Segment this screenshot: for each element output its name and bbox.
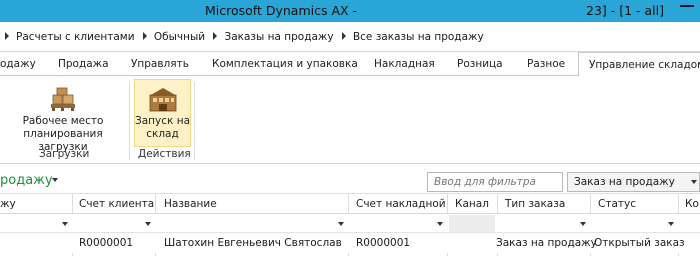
chevron-down-icon (437, 222, 443, 226)
minimize-icon[interactable] (680, 5, 694, 7)
column-filter-name[interactable] (157, 215, 346, 232)
release-to-warehouse-label-line1: Запуск на (135, 115, 190, 127)
filter-field-select[interactable]: Заказ на продажу (567, 172, 700, 192)
column-header-sales-order[interactable]: жу (0, 198, 16, 210)
warehouse-icon (148, 88, 177, 112)
tab-manage[interactable]: Управлять (131, 58, 189, 70)
ribbon-group-divider (129, 82, 130, 160)
ribbon-group-divider (194, 82, 195, 160)
ribbon-group-label-actions: Действия (138, 148, 191, 160)
chevron-down-icon (668, 222, 674, 226)
column-filter-order-type[interactable] (499, 215, 588, 232)
ribbon-tabs: одажу Продажа Управлять Комплектация и у… (0, 52, 700, 77)
cell-invoice-account: R0000001 (356, 237, 411, 249)
breadcrumb-separator-icon (213, 32, 218, 40)
column-header-extra[interactable]: Ко (685, 198, 699, 210)
column-header-invoice-account[interactable]: Счет накладной (356, 198, 446, 210)
chevron-down-icon (338, 222, 344, 226)
grid-title[interactable]: родажу (0, 173, 53, 188)
column-header-order-type[interactable]: Тип заказа (505, 198, 565, 210)
chevron-down-icon (145, 222, 151, 226)
column-filter-invoice-account[interactable] (350, 215, 445, 232)
breadcrumb-item[interactable]: Все заказы на продажу (353, 31, 484, 43)
tab-invoice[interactable]: Накладная (374, 58, 435, 70)
column-header-name[interactable]: Название (164, 198, 217, 210)
chevron-down-icon (62, 222, 68, 226)
breadcrumb-item[interactable]: Расчеты с клиентами (16, 31, 135, 43)
breadcrumb-separator-icon (341, 32, 346, 40)
column-filter-status[interactable] (592, 215, 676, 232)
tab-sell[interactable]: Продажа (58, 58, 109, 70)
release-to-warehouse-button[interactable]: Запуск на склад (134, 79, 191, 147)
column-filter-sales-order[interactable] (0, 215, 70, 232)
grid-filter-input[interactable] (427, 172, 563, 192)
ribbon-panel: Рабочее место планирования загрузки Загр… (0, 76, 700, 164)
chevron-down-icon (691, 180, 697, 184)
tab-retail[interactable]: Розница (457, 58, 503, 70)
column-filter-channel[interactable] (449, 215, 495, 232)
column-filter-customer-account[interactable] (74, 215, 153, 232)
load-planning-label-line1: Рабочее место (22, 115, 104, 127)
tab-general[interactable]: Разное (527, 58, 565, 70)
breadcrumb-item[interactable]: Заказы на продажу (224, 31, 333, 43)
column-header-customer-account[interactable]: Счет клиента (79, 198, 154, 210)
address-bar: Расчеты с клиентами Обычный Заказы на пр… (0, 22, 700, 52)
breadcrumb-separator-icon (142, 32, 147, 40)
cell-name: Шатохин Евгеньевич Святослав (164, 237, 342, 249)
cell-order-type: Заказ на продажу (496, 237, 597, 249)
tab-warehouse-management[interactable]: Управление складом (578, 52, 700, 77)
chevron-down-icon (580, 222, 586, 226)
window-title-context: 23] - [1 - all] (586, 3, 665, 18)
tab-pick-and-pack[interactable]: Комплектация и упаковка (212, 58, 358, 70)
filter-field-value: Заказ на продажу (574, 176, 675, 188)
release-to-warehouse-label-line2: склад (146, 128, 179, 140)
load-planning-workbench-button[interactable]: Рабочее место планирования загрузки (0, 86, 126, 153)
tab-sales-order[interactable]: одажу (0, 58, 36, 70)
breadcrumb-item[interactable]: Обычный (154, 31, 205, 43)
window-titlebar: Microsoft Dynamics AX - 23] - [1 - all] (0, 0, 700, 22)
cell-status: Открытый заказ (594, 237, 685, 249)
breadcrumb-separator-icon (5, 32, 9, 40)
pallet-boxes-icon (51, 87, 75, 111)
column-header-status[interactable]: Статус (598, 198, 636, 210)
breadcrumb: Расчеты с клиентами Обычный Заказы на пр… (0, 31, 484, 43)
window-title: Microsoft Dynamics AX - (205, 3, 358, 18)
chevron-down-icon[interactable] (52, 178, 58, 182)
table-row[interactable]: R0000001 Шатохин Евгеньевич Святослав R0… (0, 233, 700, 253)
grid-column-headers: жу Счет клиента Название Счет накладной … (0, 194, 700, 214)
column-header-channel[interactable]: Канал (455, 198, 489, 210)
cell-customer-account: R0000001 (79, 237, 134, 249)
grid-filter-row (0, 214, 700, 233)
ribbon-group-label-loads: Загрузки (39, 148, 90, 160)
